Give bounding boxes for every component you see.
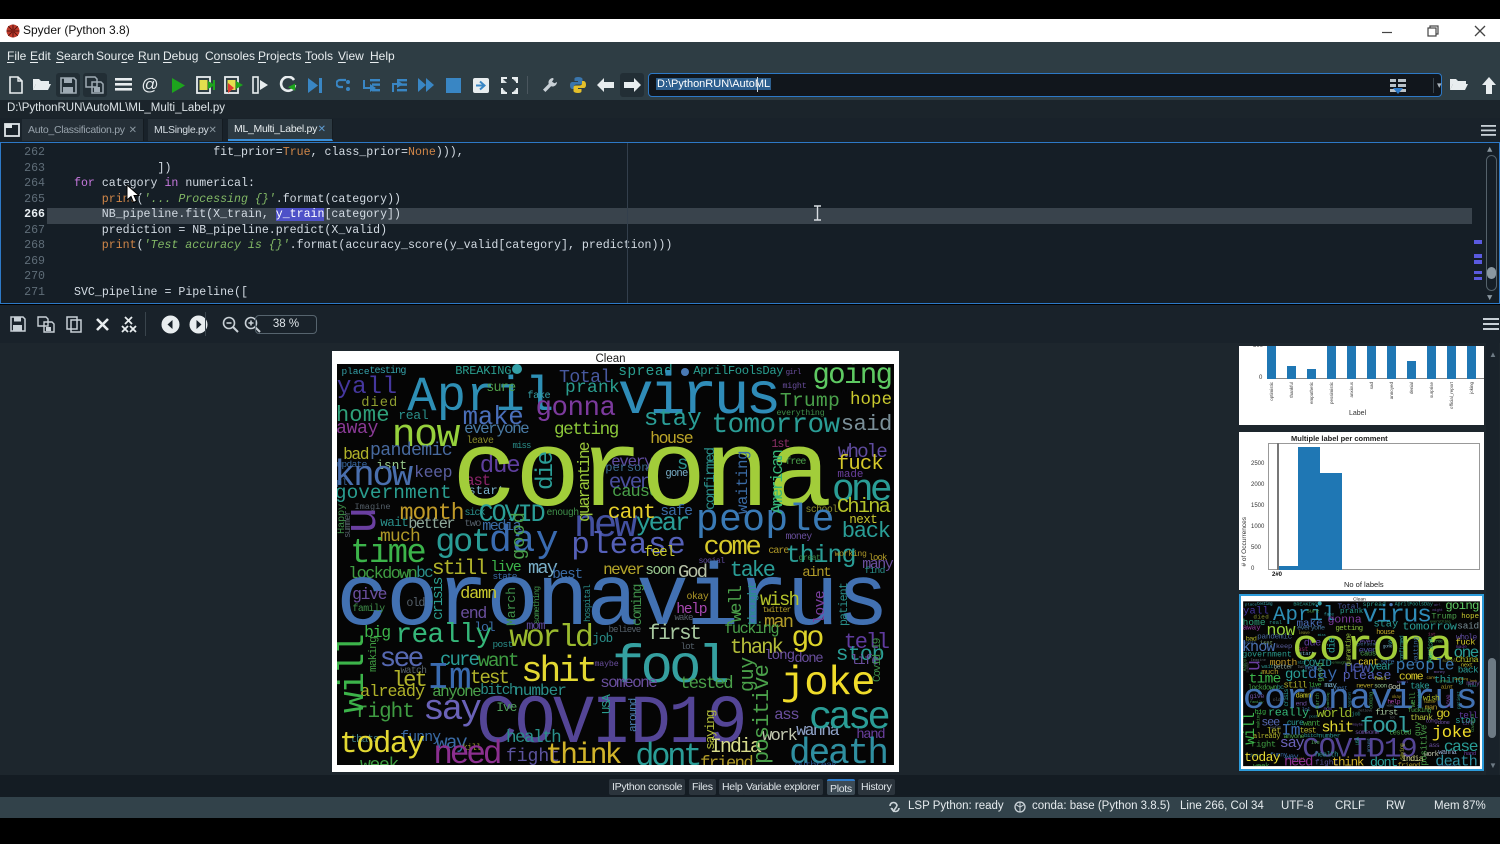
svg-text:@: @ (141, 76, 158, 94)
